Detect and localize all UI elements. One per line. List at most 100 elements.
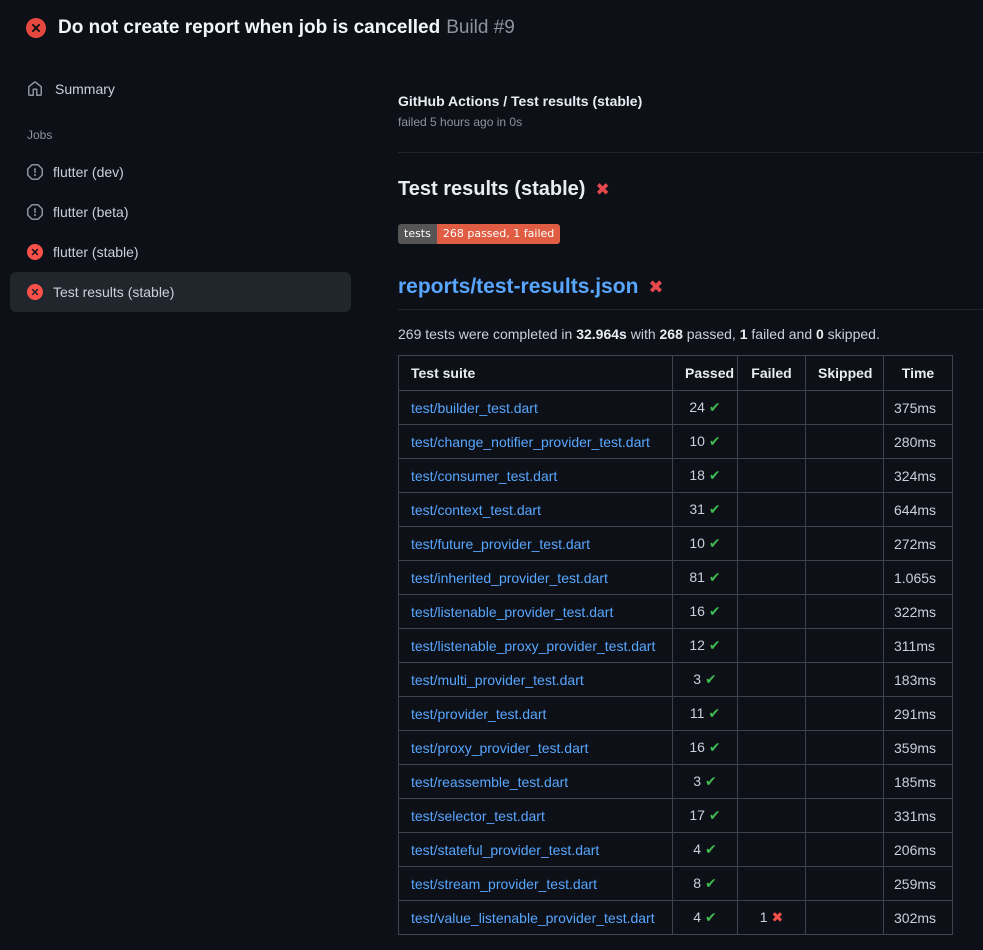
sidebar-job-item-1[interactable]: flutter (beta)	[10, 192, 351, 232]
passed-cell: 12✔	[673, 629, 738, 663]
passed-cell: 24✔	[673, 391, 738, 425]
check-icon: ✔	[705, 773, 717, 789]
check-icon: ✔	[705, 841, 717, 857]
suite-link[interactable]: test/builder_test.dart	[411, 400, 538, 416]
table-row: test/provider_test.dart 11✔ ✖ 291ms	[399, 697, 953, 731]
failed-cell: ✖	[738, 663, 806, 697]
check-icon: ✔	[709, 467, 721, 483]
sidebar-job-item-3[interactable]: Test results (stable)	[10, 272, 351, 312]
suite-link[interactable]: test/consumer_test.dart	[411, 468, 557, 484]
suite-link[interactable]: test/listenable_proxy_provider_test.dart	[411, 638, 655, 654]
cross-icon: ✖	[772, 909, 784, 925]
time-cell: 206ms	[884, 833, 953, 867]
skipped-cell	[806, 391, 884, 425]
passed-cell: 11✔	[673, 697, 738, 731]
time-value: 302ms	[894, 910, 936, 926]
time-cell: 280ms	[884, 425, 953, 459]
results-table: Test suitePassedFailedSkippedTime test/b…	[398, 355, 953, 935]
passed-count: 4	[693, 841, 701, 857]
skipped-cell	[806, 765, 884, 799]
breadcrumb: GitHub Actions / Test results (stable)	[398, 93, 983, 109]
suite-link[interactable]: test/value_listenable_provider_test.dart	[411, 910, 655, 926]
suite-link[interactable]: test/stateful_provider_test.dart	[411, 842, 599, 858]
report-title-link[interactable]: reports/test-results.json	[398, 275, 638, 299]
suite-link[interactable]: test/future_provider_test.dart	[411, 536, 590, 552]
sidebar-item-summary[interactable]: Summary	[0, 72, 370, 106]
summary-segment: passed,	[683, 326, 740, 342]
results-table-head-row: Test suitePassedFailedSkippedTime	[399, 356, 953, 391]
suite-link[interactable]: test/inherited_provider_test.dart	[411, 570, 608, 586]
summary-segment: 0	[816, 326, 824, 342]
sidebar-job-item-0[interactable]: flutter (dev)	[10, 152, 351, 192]
passed-cell: 10✔	[673, 425, 738, 459]
summary-label: Summary	[55, 81, 115, 97]
table-row: test/context_test.dart 31✔ ✖ 644ms	[399, 493, 953, 527]
failed-cell: ✖	[738, 629, 806, 663]
passed-count: 10	[689, 433, 705, 449]
time-cell: 322ms	[884, 595, 953, 629]
failed-cell: ✖	[738, 561, 806, 595]
check-icon: ✔	[705, 875, 717, 891]
skipped-cell	[806, 629, 884, 663]
passed-cell: 4✔	[673, 901, 738, 935]
failed-cell: ✖	[738, 459, 806, 493]
skipped-cell	[806, 459, 884, 493]
suite-link[interactable]: test/multi_provider_test.dart	[411, 672, 584, 688]
passed-cell: 18✔	[673, 459, 738, 493]
failed-cell: ✖	[738, 799, 806, 833]
time-cell: 1.065s	[884, 561, 953, 595]
passed-cell: 31✔	[673, 493, 738, 527]
suite-link[interactable]: test/change_notifier_provider_test.dart	[411, 434, 650, 450]
passed-count: 16	[689, 603, 705, 619]
page-header: Do not create report when job is cancell…	[0, 0, 983, 54]
passed-count: 8	[693, 875, 701, 891]
passed-count: 18	[689, 467, 705, 483]
cancelled-icon	[27, 164, 43, 180]
table-row: test/selector_test.dart 17✔ ✖ 331ms	[399, 799, 953, 833]
table-row: test/consumer_test.dart 18✔ ✖ 324ms	[399, 459, 953, 493]
suite-link[interactable]: test/proxy_provider_test.dart	[411, 740, 588, 756]
main-content: GitHub Actions / Test results (stable) f…	[370, 54, 983, 935]
check-icon: ✔	[709, 637, 721, 653]
table-row: test/multi_provider_test.dart 3✔ ✖ 183ms	[399, 663, 953, 697]
check-title: Test results (stable)	[398, 178, 585, 201]
passed-count: 17	[689, 807, 705, 823]
sidebar-job-item-2[interactable]: flutter (stable)	[10, 232, 351, 272]
check-icon: ✔	[709, 603, 721, 619]
table-row: test/proxy_provider_test.dart 16✔ ✖ 359m…	[399, 731, 953, 765]
passed-count: 3	[693, 671, 701, 687]
time-cell: 644ms	[884, 493, 953, 527]
table-row: test/listenable_provider_test.dart 16✔ ✖…	[399, 595, 953, 629]
tests-badge: tests 268 passed, 1 failed	[398, 224, 560, 244]
suite-link[interactable]: test/stream_provider_test.dart	[411, 876, 597, 892]
table-row: test/value_listenable_provider_test.dart…	[399, 901, 953, 935]
column-header-time: Time	[884, 356, 953, 391]
suite-link[interactable]: test/reassemble_test.dart	[411, 774, 568, 790]
skipped-cell	[806, 833, 884, 867]
time-value: 644ms	[894, 502, 936, 518]
skipped-cell	[806, 527, 884, 561]
job-label: flutter (stable)	[53, 244, 139, 260]
time-value: 311ms	[894, 638, 935, 654]
suite-link[interactable]: test/listenable_provider_test.dart	[411, 604, 613, 620]
suite-link[interactable]: test/context_test.dart	[411, 502, 541, 518]
check-icon: ✔	[705, 909, 717, 925]
time-value: 183ms	[894, 672, 936, 688]
passed-count: 16	[689, 739, 705, 755]
summary-segment: 269 tests were completed in	[398, 326, 576, 342]
check-icon: ✔	[709, 501, 721, 517]
skipped-cell	[806, 425, 884, 459]
time-value: 272ms	[894, 536, 936, 552]
failed-status-icon	[26, 18, 46, 38]
check-icon: ✔	[709, 569, 721, 585]
time-value: 322ms	[894, 604, 936, 620]
table-row: test/reassemble_test.dart 3✔ ✖ 185ms	[399, 765, 953, 799]
failed-cell: ✖	[738, 493, 806, 527]
suite-link[interactable]: test/provider_test.dart	[411, 706, 546, 722]
passed-count: 24	[689, 399, 705, 415]
suite-link[interactable]: test/selector_test.dart	[411, 808, 545, 824]
home-icon	[27, 81, 43, 97]
column-header-passed: Passed	[673, 356, 738, 391]
table-row: test/stateful_provider_test.dart 4✔ ✖ 20…	[399, 833, 953, 867]
divider	[398, 152, 983, 153]
